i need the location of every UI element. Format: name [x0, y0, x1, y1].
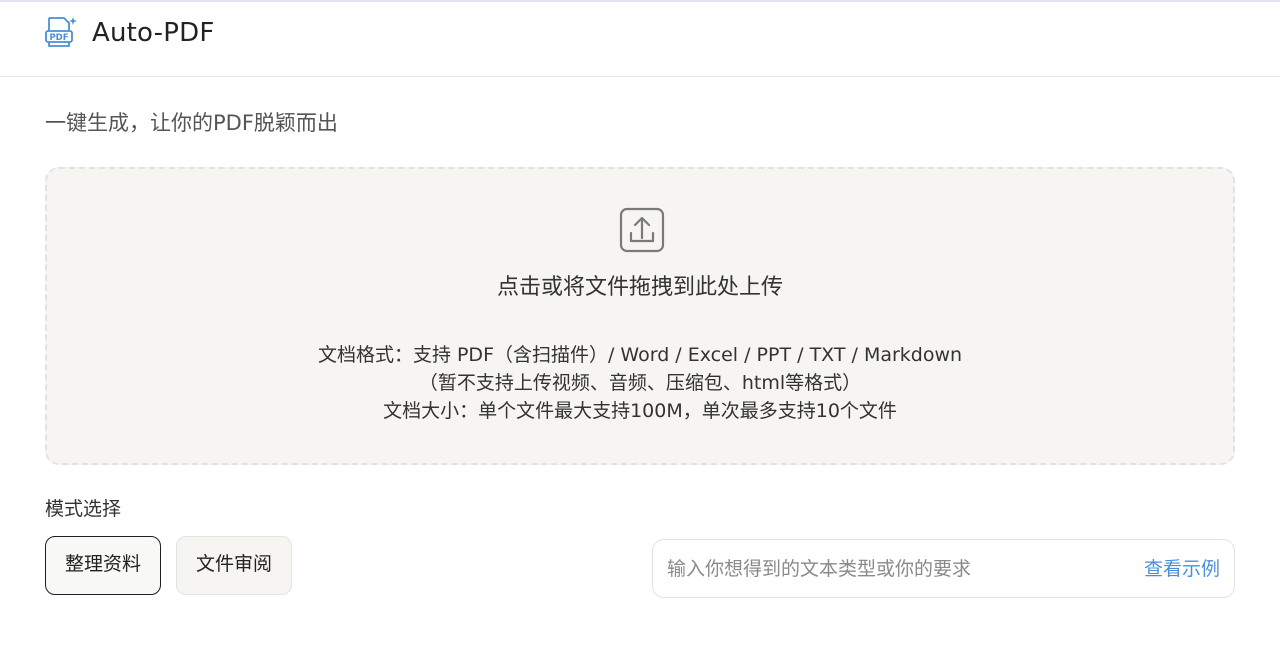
- mode-review-button[interactable]: 文件审阅: [176, 536, 292, 595]
- prompt-box: 查看示例: [652, 539, 1235, 598]
- app-title: Auto-PDF: [92, 18, 215, 48]
- supported-formats-text: 文档格式：支持 PDF（含扫描件）/ Word / Excel / PPT / …: [317, 344, 963, 366]
- pdf-file-sparkle-icon: PDF: [45, 17, 77, 47]
- mode-selection-label: 模式选择: [45, 498, 122, 520]
- file-size-limit-text: 文档大小：单个文件最大支持100M，单次最多支持10个文件: [383, 400, 897, 422]
- mode-organize-button[interactable]: 整理资料: [45, 536, 161, 595]
- upload-requirements: 文档格式：支持 PDF（含扫描件）/ Word / Excel / PPT / …: [47, 341, 1233, 425]
- view-examples-link[interactable]: 查看示例: [1144, 555, 1220, 583]
- prompt-input[interactable]: [667, 548, 1107, 590]
- logo-text: PDF: [49, 33, 68, 43]
- upload-dropzone[interactable]: 点击或将文件拖拽到此处上传 文档格式：支持 PDF（含扫描件）/ Word / …: [45, 167, 1235, 465]
- unsupported-formats-text: （暂不支持上传视频、音频、压缩包、html等格式）: [418, 372, 862, 394]
- upload-title: 点击或将文件拖拽到此处上传: [496, 275, 783, 300]
- upload-icon: [619, 207, 665, 253]
- tagline: 一键生成，让你的PDF脱颖而出: [45, 111, 338, 135]
- app-header: PDF Auto-PDF: [0, 2, 1280, 77]
